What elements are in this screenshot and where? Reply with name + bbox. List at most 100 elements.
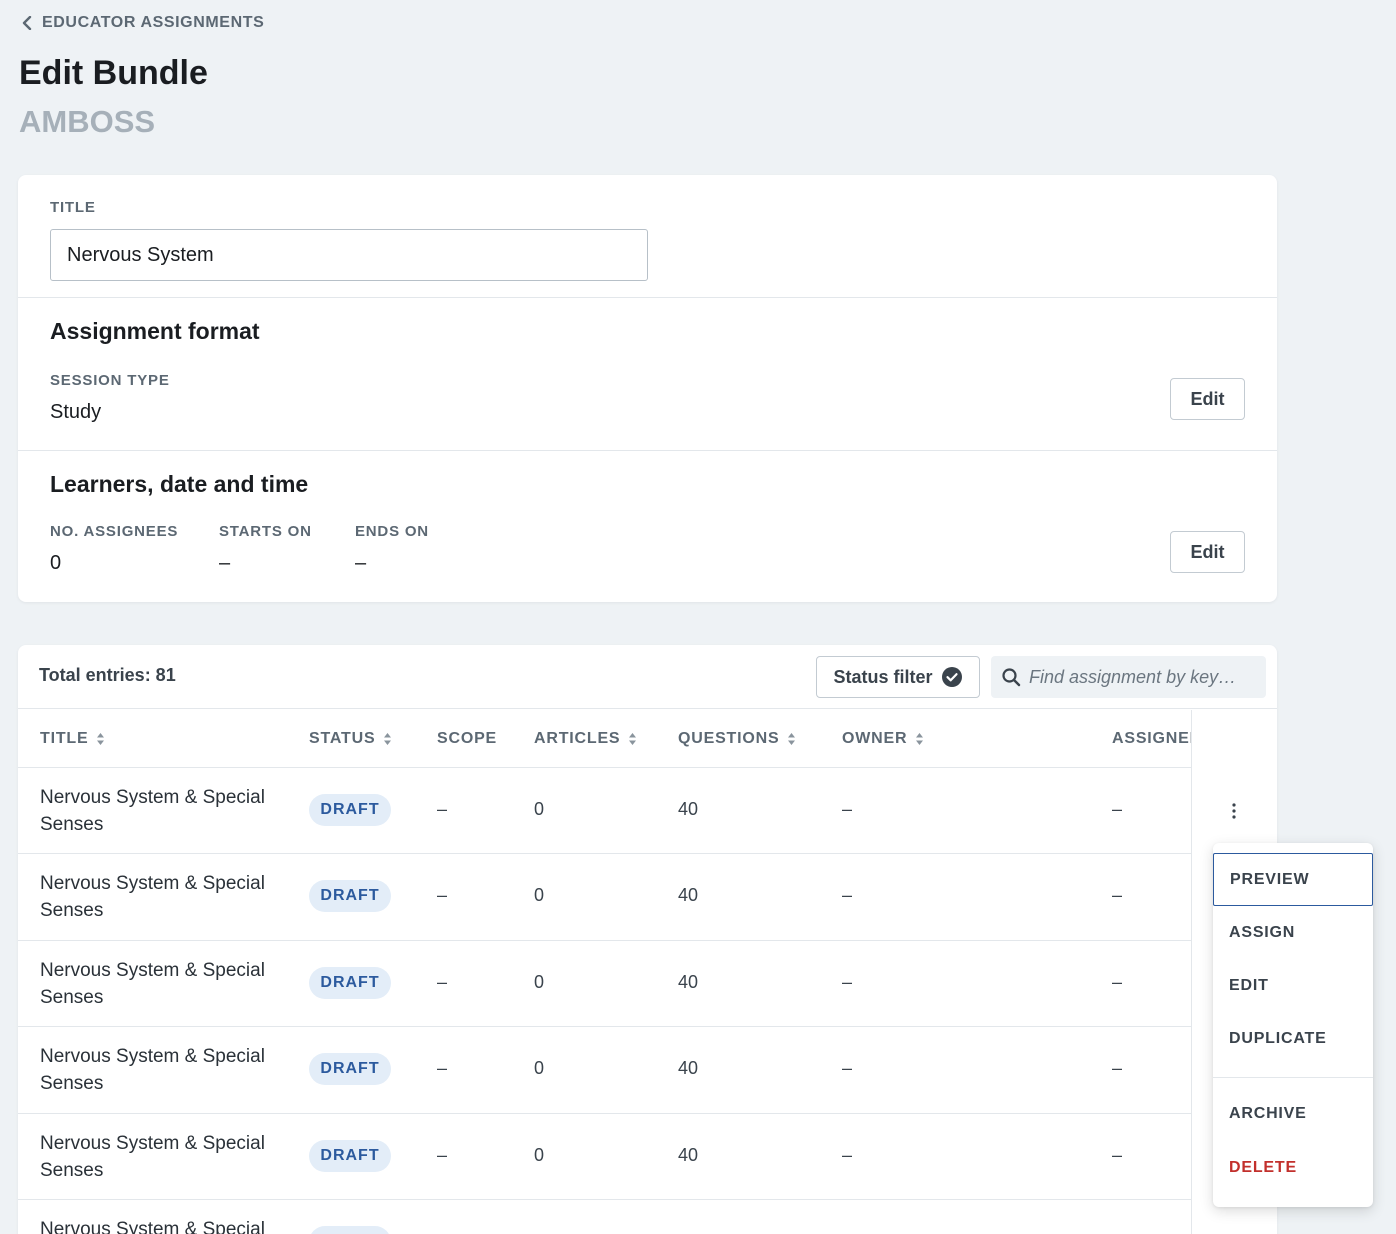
status-filter-button[interactable]: Status filter bbox=[816, 656, 980, 698]
session-type-value: Study bbox=[50, 401, 102, 423]
ends-on-field: ENDS ON – bbox=[355, 523, 429, 575]
menu-item-delete[interactable]: DELETE bbox=[1213, 1141, 1373, 1194]
table-row[interactable]: Nervous System & Special DRAFT bbox=[18, 1200, 1277, 1234]
row-scope: – bbox=[437, 1144, 448, 1165]
menu-item-assign[interactable]: ASSIGN bbox=[1213, 906, 1373, 959]
table-row[interactable]: Nervous System & Special Senses DRAFT – … bbox=[18, 854, 1277, 941]
row-owner: – bbox=[842, 1144, 853, 1165]
row-title: Nervous System & Special Senses bbox=[40, 1046, 265, 1095]
status-badge: DRAFT bbox=[309, 966, 391, 999]
table-row[interactable]: Nervous System & Special Senses DRAFT – … bbox=[18, 941, 1277, 1028]
row-articles: 0 bbox=[534, 885, 545, 906]
row-assigned: – bbox=[1112, 971, 1123, 992]
assignees-value: 0 bbox=[50, 552, 62, 574]
column-header-questions[interactable]: QUESTIONS bbox=[678, 730, 796, 748]
assignees-label: NO. ASSIGNEES bbox=[50, 523, 179, 540]
table-row[interactable]: Nervous System & Special Senses DRAFT – … bbox=[18, 768, 1277, 855]
sort-icon bbox=[97, 733, 105, 745]
title-label: TITLE bbox=[50, 199, 96, 216]
row-actions-menu: PREVIEW ASSIGN EDIT DUPLICATE ARCHIVE DE… bbox=[1213, 843, 1373, 1207]
assignments-table-card: Total entries: 81 Status filter TITLE ST… bbox=[18, 645, 1277, 1234]
status-badge: DRAFT bbox=[309, 794, 391, 826]
column-header-assigned[interactable]: ASSIGNED bbox=[1112, 730, 1194, 748]
column-header-owner[interactable]: OWNER bbox=[842, 730, 924, 748]
session-type-label: SESSION TYPE bbox=[50, 372, 170, 389]
menu-item-preview[interactable]: PREVIEW bbox=[1213, 853, 1373, 906]
row-questions: 40 bbox=[678, 885, 699, 906]
row-title: Nervous System & Special Senses bbox=[40, 1132, 265, 1181]
bundle-settings-card: TITLE Assignment format SESSION TYPE Stu… bbox=[18, 175, 1277, 602]
sort-icon bbox=[384, 733, 392, 745]
search-icon bbox=[1002, 668, 1021, 687]
sort-icon bbox=[916, 733, 924, 745]
row-scope: – bbox=[437, 799, 448, 819]
kebab-icon[interactable] bbox=[1224, 801, 1244, 821]
starts-on-value: – bbox=[219, 552, 231, 574]
row-assigned: – bbox=[1112, 885, 1123, 906]
row-articles: 0 bbox=[534, 971, 545, 992]
status-badge: DRAFT bbox=[309, 1139, 391, 1172]
menu-item-archive[interactable]: ARCHIVE bbox=[1213, 1087, 1373, 1140]
assignment-format-heading: Assignment format bbox=[50, 318, 260, 344]
table-row[interactable]: Nervous System & Special Senses DRAFT – … bbox=[18, 1114, 1277, 1200]
search-box bbox=[991, 656, 1266, 698]
column-header-articles[interactable]: ARTICLES bbox=[534, 730, 637, 748]
total-entries: Total entries: 81 bbox=[39, 665, 176, 685]
row-owner: – bbox=[842, 1058, 853, 1079]
sort-icon bbox=[629, 733, 637, 745]
row-title: Nervous System & Special Senses bbox=[40, 787, 265, 835]
status-badge: DRAFT bbox=[309, 1225, 391, 1234]
column-header-label: TITLE bbox=[40, 730, 89, 747]
row-articles: 0 bbox=[534, 1058, 545, 1079]
row-title: Nervous System & Special Senses bbox=[40, 873, 265, 922]
title-section: TITLE bbox=[18, 175, 1277, 297]
row-title: Nervous System & Special Senses bbox=[40, 959, 265, 1008]
row-questions: 40 bbox=[678, 1058, 699, 1079]
row-assigned: – bbox=[1112, 799, 1123, 819]
menu-item-duplicate[interactable]: DUPLICATE bbox=[1213, 1012, 1373, 1065]
column-header-label: ASSIGNED bbox=[1112, 730, 1194, 747]
column-header-status[interactable]: STATUS bbox=[309, 730, 392, 748]
column-header-label: QUESTIONS bbox=[678, 730, 780, 747]
row-scope: – bbox=[437, 1058, 448, 1079]
column-header-label: OWNER bbox=[842, 730, 908, 747]
column-header-label: ARTICLES bbox=[534, 730, 621, 747]
sort-icon bbox=[788, 733, 796, 745]
table-header: TITLE STATUS SCOPE ARTICLES QUESTIONS OW… bbox=[18, 710, 1277, 768]
row-questions: 40 bbox=[678, 799, 699, 819]
row-title: Nervous System & Special bbox=[40, 1218, 265, 1234]
starts-on-label: STARTS ON bbox=[219, 523, 312, 540]
status-filter-label: Status filter bbox=[833, 666, 933, 687]
edit-learners-button[interactable]: Edit bbox=[1170, 531, 1245, 573]
table-row[interactable]: Nervous System & Special Senses DRAFT – … bbox=[18, 1027, 1277, 1114]
page-title: Edit Bundle bbox=[19, 54, 208, 92]
column-header-title[interactable]: TITLE bbox=[40, 730, 105, 748]
chevron-left-icon bbox=[22, 16, 32, 30]
status-badge: DRAFT bbox=[309, 1053, 391, 1086]
search-input[interactable] bbox=[1029, 666, 1259, 688]
starts-on-field: STARTS ON – bbox=[219, 523, 312, 575]
page-subtitle: AMBOSS bbox=[19, 104, 156, 139]
ends-on-value: – bbox=[355, 552, 367, 574]
menu-item-edit[interactable]: EDIT bbox=[1213, 959, 1373, 1012]
title-input[interactable] bbox=[50, 229, 648, 281]
row-scope: – bbox=[437, 885, 448, 906]
back-link-label: EDUCATOR ASSIGNMENTS bbox=[42, 14, 265, 31]
menu-divider bbox=[1213, 1077, 1373, 1078]
learners-heading: Learners, date and time bbox=[50, 471, 309, 497]
table-body: Nervous System & Special Senses DRAFT – … bbox=[18, 768, 1277, 1234]
row-assigned: – bbox=[1112, 1144, 1123, 1165]
row-questions: 40 bbox=[678, 1144, 699, 1165]
status-badge: DRAFT bbox=[309, 880, 391, 913]
learners-section: Learners, date and time NO. ASSIGNEES 0 … bbox=[18, 450, 1277, 602]
row-assigned: – bbox=[1112, 1058, 1123, 1079]
assignment-format-section: Assignment format SESSION TYPE Study Edi… bbox=[18, 297, 1277, 450]
back-link-educator-assignments[interactable]: EDUCATOR ASSIGNMENTS bbox=[22, 14, 264, 32]
column-header-label: STATUS bbox=[309, 730, 376, 747]
assignees-field: NO. ASSIGNEES 0 bbox=[50, 523, 178, 575]
ends-on-label: ENDS ON bbox=[355, 523, 429, 540]
row-scope: – bbox=[437, 971, 448, 992]
edit-format-button[interactable]: Edit bbox=[1170, 378, 1245, 420]
column-header-label: SCOPE bbox=[437, 730, 498, 747]
row-owner: – bbox=[842, 885, 853, 906]
